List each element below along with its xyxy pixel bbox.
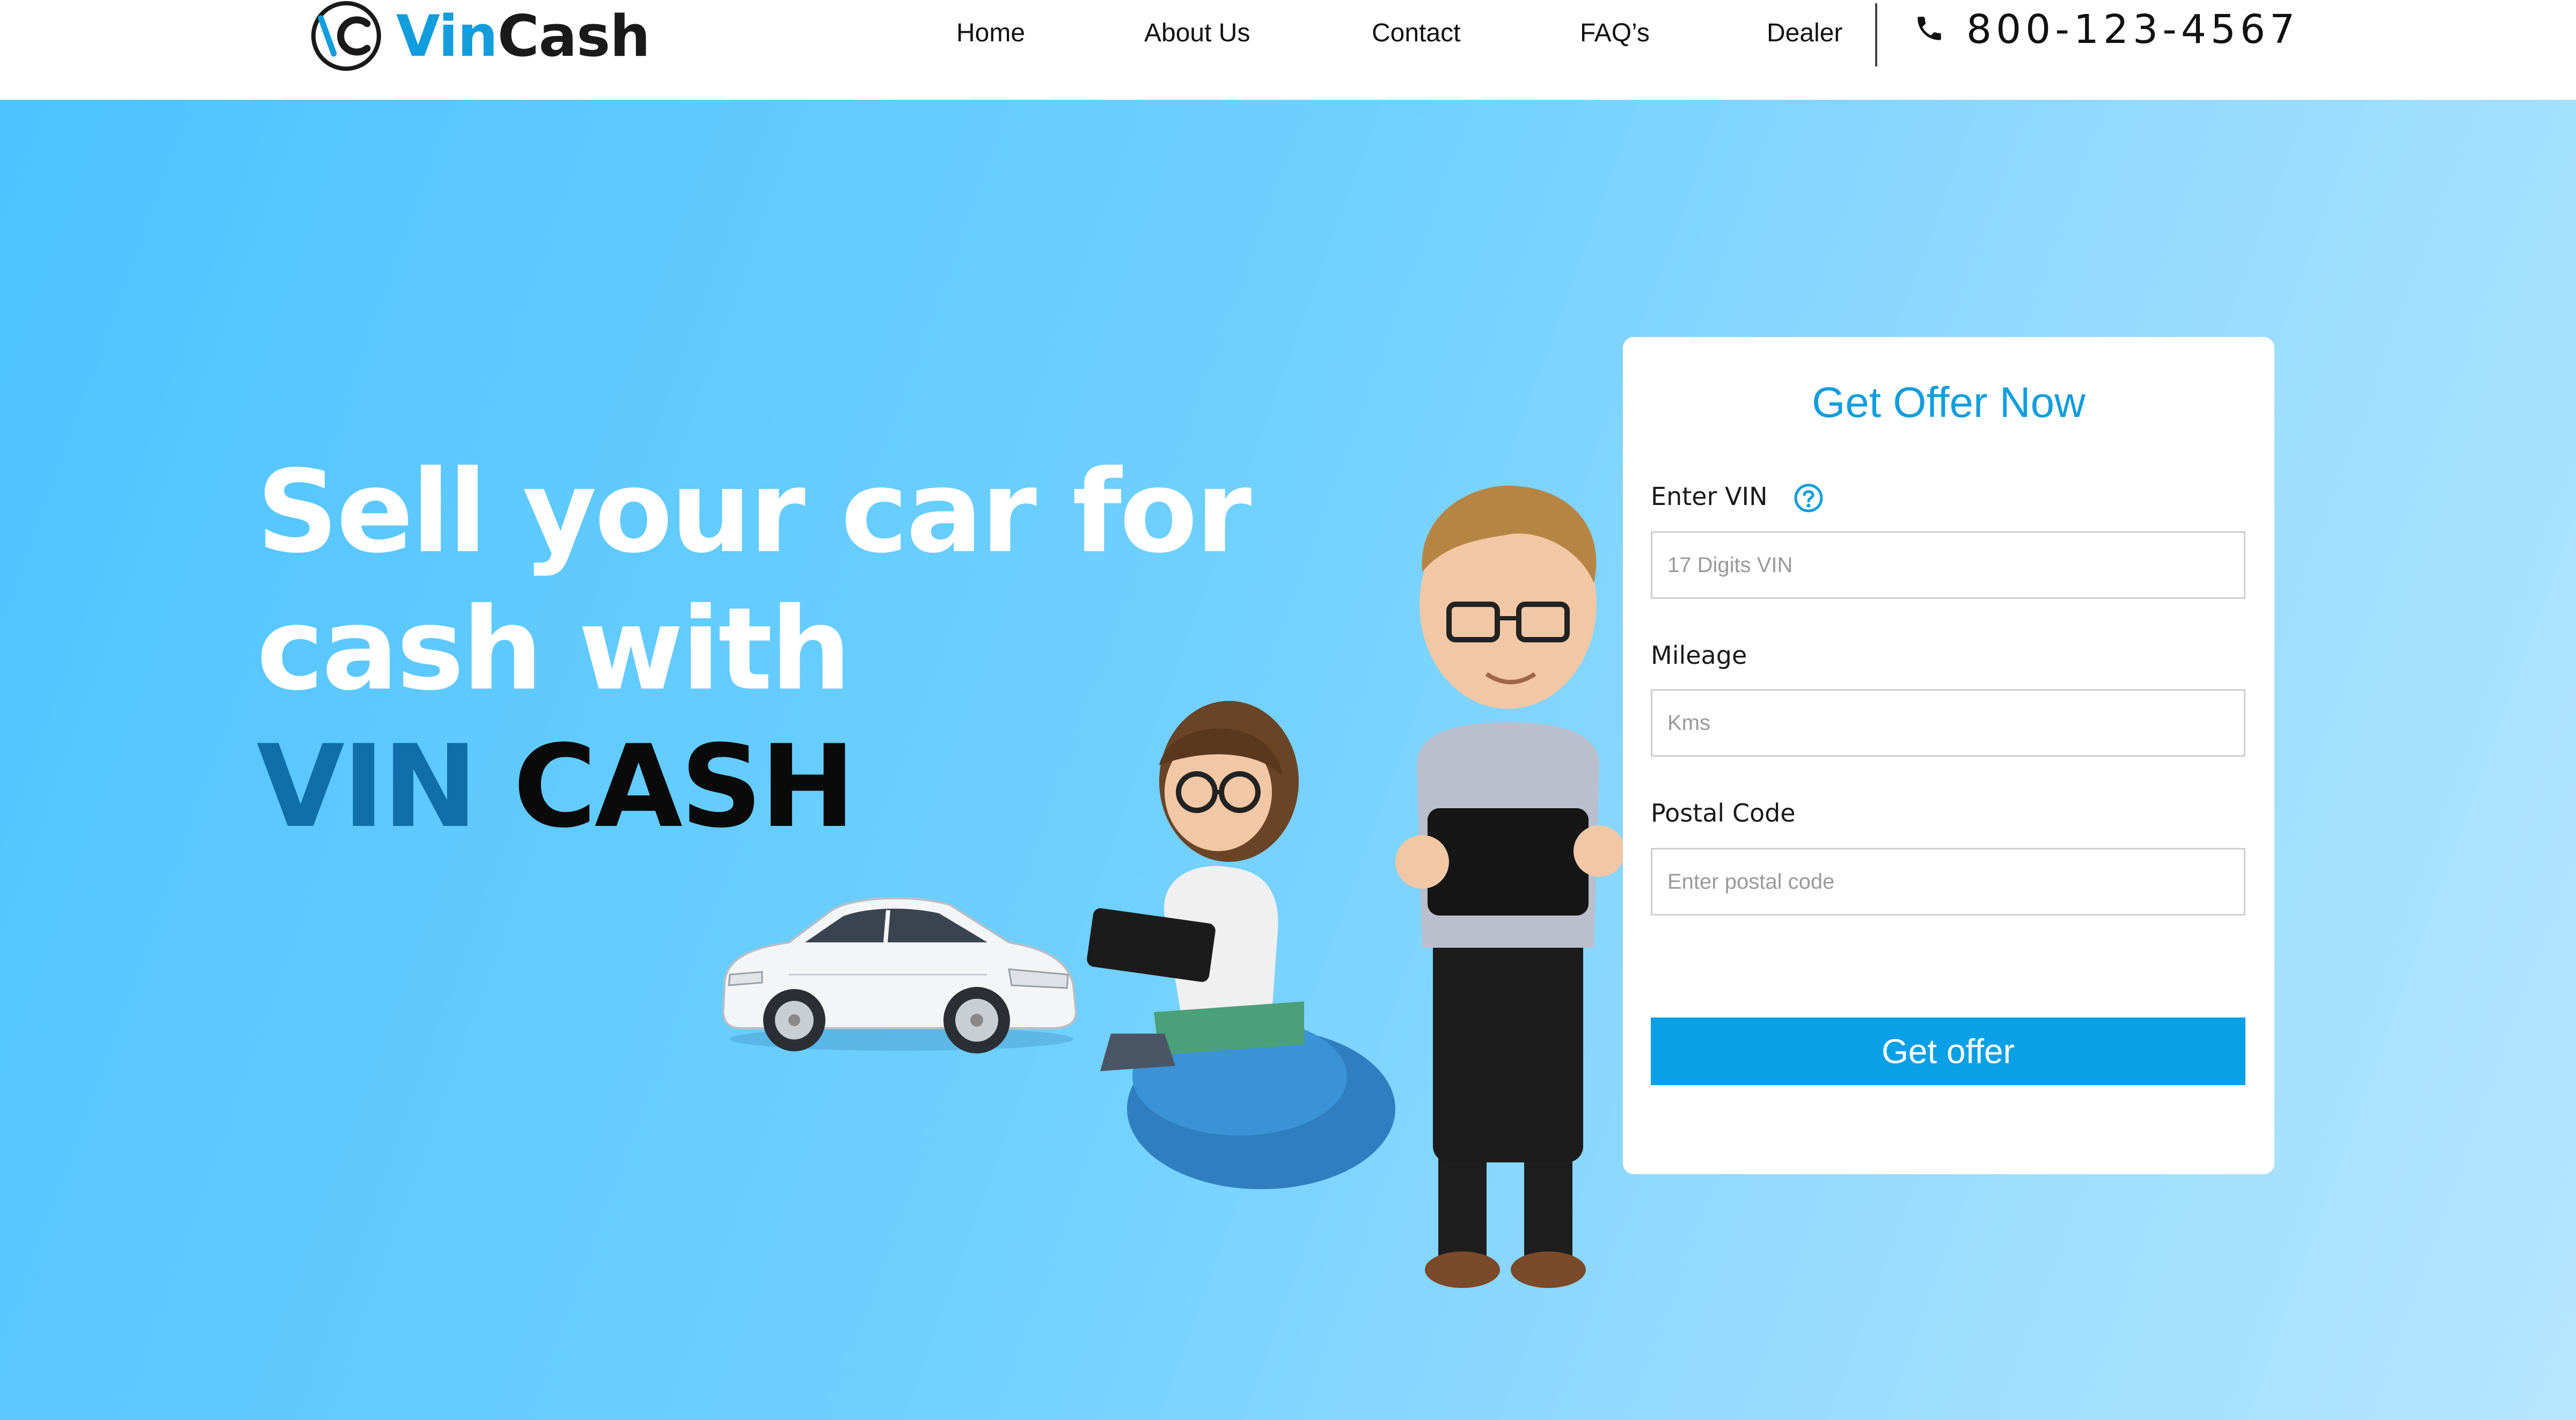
phone-icon — [1914, 13, 1945, 47]
hero-section: Sell your car for cash with VIN CASH Get… — [0, 100, 2576, 1420]
headline-line-1: Sell your car for — [257, 445, 1252, 578]
headline-vin: VIN — [257, 720, 478, 853]
postal-code-input[interactable] — [1651, 848, 2245, 916]
nav-faqs[interactable]: FAQ’s — [1580, 18, 1650, 48]
form-title: Get Offer Now — [1812, 378, 2085, 426]
hero-headline: Sell your car for cash with VIN CASH — [257, 443, 1252, 855]
question-circle-icon[interactable] — [1794, 483, 1824, 516]
headline-cash: CASH — [513, 720, 855, 853]
vincash-logo-icon — [310, 0, 382, 72]
get-offer-button[interactable]: Get offer — [1651, 1018, 2245, 1085]
nav-about-us[interactable]: About Us — [1144, 18, 1250, 48]
vin-label: Enter VIN — [1651, 482, 1768, 511]
brand-name-cash: Cash — [497, 3, 650, 69]
mileage-label: Mileage — [1651, 641, 1747, 670]
nav-divider — [1875, 3, 1877, 67]
get-offer-form: Get Offer Now Enter VIN Mileage Postal C… — [1623, 337, 2274, 1174]
phone-number: 800-123-4567 — [1966, 6, 2300, 53]
brand-name: VinCash — [396, 3, 650, 69]
nav-contact[interactable]: Contact — [1372, 18, 1460, 48]
nav-home[interactable]: Home — [956, 18, 1025, 48]
vin-input[interactable] — [1651, 531, 2245, 599]
nav-dealer[interactable]: Dealer — [1767, 18, 1842, 48]
phone-link[interactable]: 800-123-4567 — [1914, 6, 2299, 53]
headline-line-3: VIN CASH — [257, 718, 1169, 855]
site-header: VinCash Home About Us Contact FAQ’s Deal… — [0, 0, 2576, 100]
mileage-input[interactable] — [1651, 689, 2245, 757]
logo[interactable]: VinCash — [310, 0, 650, 72]
headline-line-2: cash with — [257, 583, 851, 715]
car-illustration — [708, 867, 1084, 1058]
postal-code-label: Postal Code — [1651, 799, 1796, 828]
brand-name-vin: Vin — [396, 3, 498, 69]
